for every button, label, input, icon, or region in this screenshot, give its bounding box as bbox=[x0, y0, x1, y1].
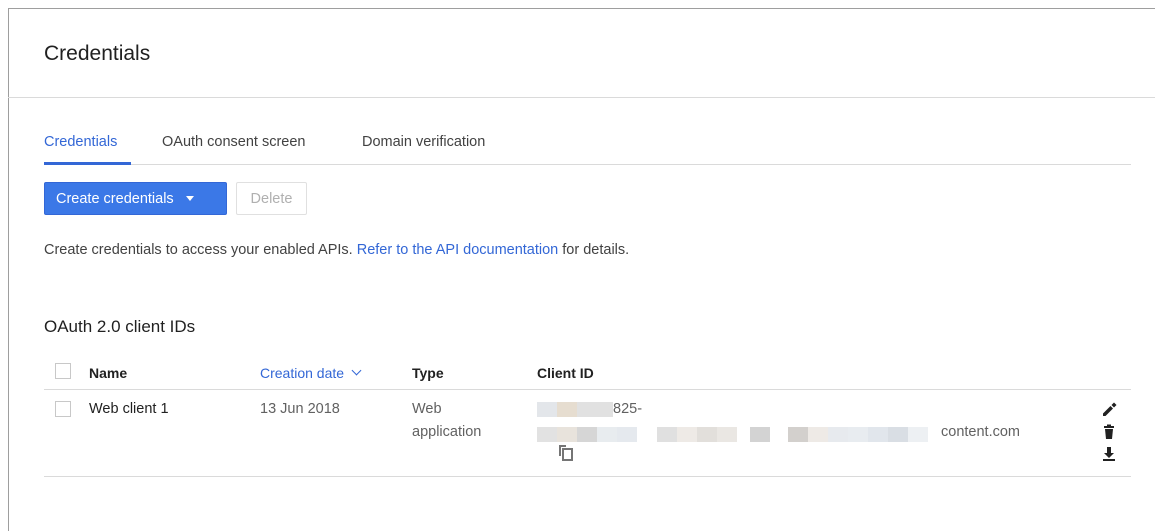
tab-credentials[interactable]: Credentials bbox=[44, 134, 117, 150]
edit-icon[interactable] bbox=[1101, 401, 1117, 417]
api-documentation-link[interactable]: Refer to the API documentation bbox=[357, 242, 559, 258]
oauth-section-title: OAuth 2.0 client IDs bbox=[44, 317, 196, 336]
client-id-part1: 825- bbox=[613, 401, 643, 417]
create-credentials-label: Create credentials bbox=[56, 190, 174, 207]
row-checkbox[interactable] bbox=[55, 401, 71, 417]
copy-icon[interactable] bbox=[557, 444, 575, 462]
table-bottom-divider bbox=[44, 476, 1131, 477]
client-id-part2: content.com bbox=[941, 424, 1020, 440]
select-all-checkbox[interactable] bbox=[55, 363, 71, 379]
table-header-divider bbox=[44, 389, 1131, 390]
column-header-type: Type bbox=[412, 365, 444, 381]
info-suffix: for details. bbox=[562, 242, 630, 258]
delete-button[interactable]: Delete bbox=[236, 182, 307, 215]
page-header bbox=[8, 9, 1155, 98]
page-title: Credentials bbox=[44, 42, 151, 65]
info-prefix: Create credentials to access your enable… bbox=[44, 242, 353, 258]
dropdown-caret-icon bbox=[185, 196, 194, 201]
column-header-creation-date-label: Creation date bbox=[260, 365, 345, 381]
type-value-line1: Web bbox=[412, 401, 442, 417]
tab-bar: Credentials OAuth consent screen Domain … bbox=[44, 131, 1131, 165]
column-header-client-id: Client ID bbox=[537, 365, 594, 381]
download-icon[interactable] bbox=[1101, 446, 1117, 462]
create-credentials-button[interactable]: Create credentials bbox=[44, 182, 227, 215]
type-value-line2: application bbox=[412, 424, 482, 440]
column-header-name: Name bbox=[89, 365, 128, 381]
column-header-creation-date[interactable]: Creation date bbox=[260, 365, 362, 381]
creation-date-value: 13 Jun 2018 bbox=[260, 401, 340, 417]
tab-oauth-consent-screen[interactable]: OAuth consent screen bbox=[162, 134, 305, 150]
delete-icon[interactable] bbox=[1101, 424, 1117, 440]
sort-chevron-icon bbox=[351, 365, 362, 376]
tab-domain-verification[interactable]: Domain verification bbox=[362, 134, 485, 150]
client-name-link[interactable]: Web client 1 bbox=[89, 401, 169, 417]
active-tab-indicator bbox=[44, 162, 131, 165]
info-text: Create credentials to access your enable… bbox=[44, 242, 629, 258]
